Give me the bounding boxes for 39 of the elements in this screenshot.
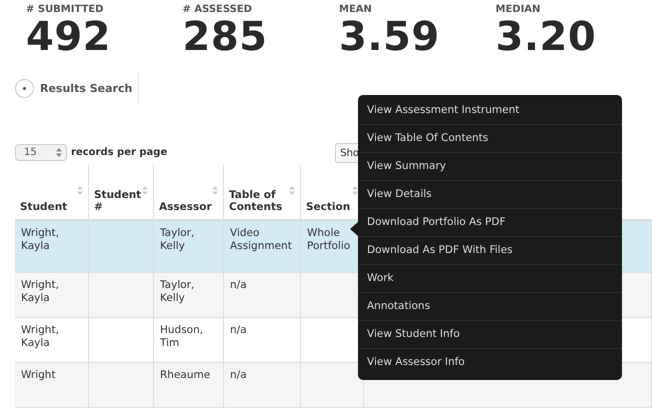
results-search-toggle[interactable]: Results Search [15, 73, 140, 103]
stat-value: 285 [182, 15, 268, 59]
sort-icon [142, 186, 148, 195]
table-cell [88, 272, 154, 318]
menu-item[interactable]: View Assessor Info [358, 349, 622, 376]
table-cell: Wright, Kayla [15, 272, 88, 318]
stat-label: MEDIAN [496, 4, 542, 15]
table-cell: Wright, Kayla [15, 220, 88, 272]
radio-icon [15, 78, 34, 98]
stat-value: 3.59 [339, 15, 441, 59]
menu-item[interactable]: Annotations [358, 293, 622, 321]
menu-item[interactable]: View Details [358, 181, 622, 209]
table-cell: Rheaume [154, 362, 224, 408]
spinner-icon [56, 148, 62, 156]
sort-icon [212, 186, 218, 195]
menu-item[interactable]: Download As PDF With Files [358, 237, 622, 265]
table-cell: Taylor, Kelly [154, 220, 224, 272]
stat-value: 3.20 [496, 15, 598, 59]
table-cell: Video Assignment [224, 220, 300, 272]
sort-icon [77, 186, 83, 195]
menu-item[interactable]: View Student Info [358, 321, 622, 349]
stat-label: # ASSESSED [182, 4, 253, 15]
stat-label: MEAN [339, 4, 373, 15]
table-cell: n/a [224, 272, 300, 318]
stat-value: 492 [26, 15, 112, 59]
menu-item[interactable]: View Assessment Instrument [358, 97, 622, 125]
menu-item[interactable]: Download Portfolio As PDF [358, 209, 622, 237]
sort-icon [289, 186, 295, 195]
table-cell: Taylor, Kelly [154, 272, 224, 318]
page-size-select[interactable]: 15 [15, 144, 67, 160]
menu-item[interactable]: View Table Of Contents [358, 125, 622, 153]
table-cell: Wright [15, 362, 88, 408]
table-cell: n/a [224, 362, 300, 408]
menu-item[interactable]: View Summary [358, 153, 622, 181]
table-cell [88, 220, 154, 272]
stat-label: # SUBMITTED [26, 4, 104, 15]
table-cell [88, 362, 154, 408]
records-per-page-label: records per page [71, 146, 168, 158]
menu-item[interactable]: Work [358, 265, 622, 293]
